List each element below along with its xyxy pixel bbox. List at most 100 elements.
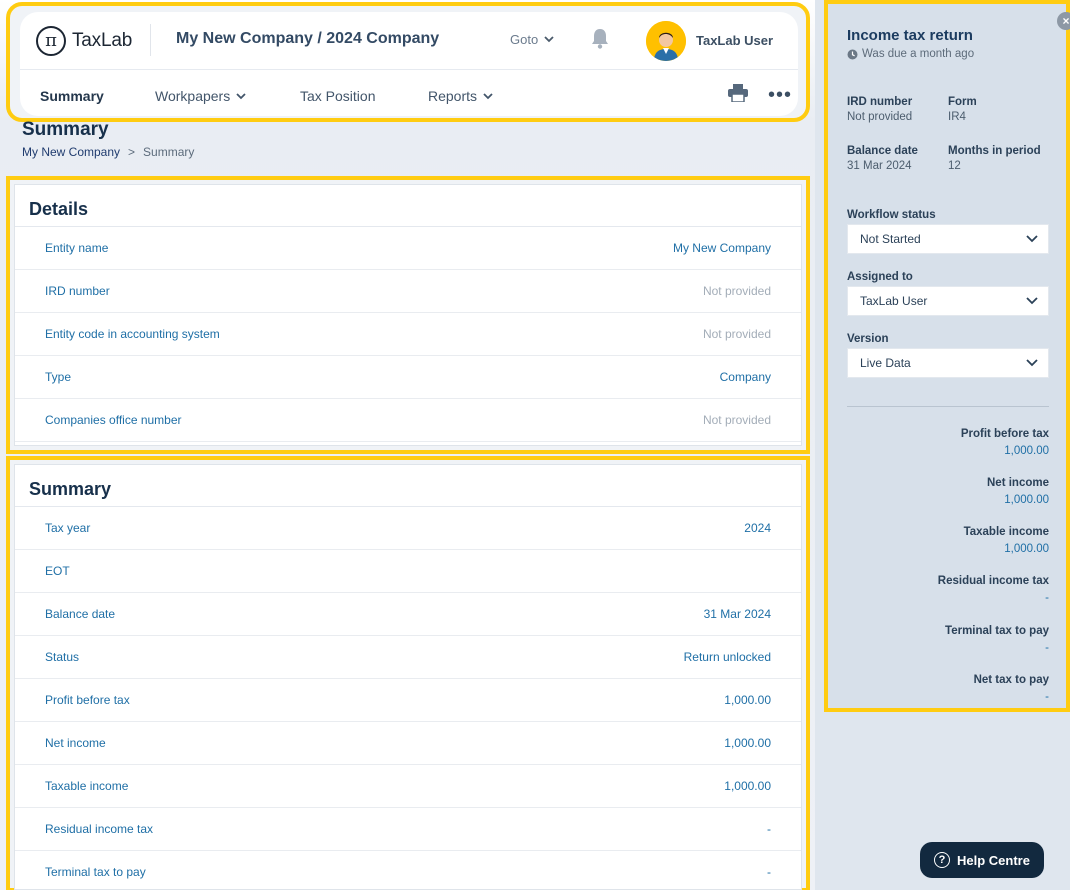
row-label: Profit before tax bbox=[45, 693, 130, 707]
table-row: Balance date 31 Mar 2024 bbox=[15, 593, 801, 636]
row-value: 31 Mar 2024 bbox=[703, 607, 771, 621]
company-path: My New Company / 2024 Company bbox=[176, 30, 440, 47]
page-title: Summary bbox=[22, 119, 109, 140]
row-value: Not provided bbox=[702, 327, 771, 341]
breadcrumb-current: Summary bbox=[143, 145, 195, 159]
tab-summary[interactable]: Summary bbox=[40, 88, 104, 104]
metric-label: Profit before tax bbox=[960, 428, 1049, 440]
row-value: Return unlocked bbox=[683, 650, 771, 664]
income-tax-return-panel: × Income tax return Was due a month ago … bbox=[824, 0, 1070, 712]
taxlab-logo[interactable]: π TaxLab bbox=[36, 26, 132, 56]
summary-section: Summary Tax year 2024 EOT Balance date 3… bbox=[6, 456, 810, 890]
row-label: Net income bbox=[45, 736, 106, 750]
user-name[interactable]: TaxLab User bbox=[696, 33, 773, 48]
avatar[interactable] bbox=[646, 21, 686, 61]
breadcrumb: My New Company > Summary bbox=[22, 145, 194, 159]
chevron-down-icon bbox=[544, 36, 554, 43]
assigned-to-label: Assigned to bbox=[847, 271, 913, 283]
metric-label: Net tax to pay bbox=[973, 674, 1049, 686]
details-card: Details Entity name My New Company IRD n… bbox=[14, 184, 802, 446]
row-value: 2024 bbox=[744, 521, 771, 535]
goto-label: Goto bbox=[510, 32, 539, 47]
tab-reports[interactable]: Reports bbox=[428, 88, 493, 104]
printer-icon[interactable] bbox=[728, 84, 748, 102]
goto-dropdown[interactable]: Goto bbox=[510, 32, 554, 47]
metric-value: - bbox=[1045, 642, 1049, 654]
metric-value: - bbox=[1045, 592, 1049, 604]
details-section: Details Entity name My New Company IRD n… bbox=[6, 176, 810, 454]
row-label: Status bbox=[45, 650, 80, 664]
header-top-row: π TaxLab My New Company / 2024 Company G… bbox=[20, 12, 798, 70]
row-value: Not provided bbox=[702, 284, 771, 298]
row-value: - bbox=[767, 865, 771, 879]
table-row: Taxable income 1,000.00 bbox=[15, 765, 801, 808]
months-in-period-field: Months in period 12 bbox=[948, 145, 1041, 172]
row-value: 1,000.00 bbox=[724, 779, 771, 793]
balance-date-value: 31 Mar 2024 bbox=[847, 160, 912, 172]
row-value: My New Company bbox=[672, 241, 771, 255]
bell-icon[interactable] bbox=[590, 28, 610, 50]
panel-title: Income tax return bbox=[847, 27, 973, 44]
more-options-button[interactable]: ••• bbox=[768, 84, 792, 107]
metric-residual-income-tax: Residual income tax - bbox=[938, 575, 1049, 604]
workflow-status-select[interactable]: Not Started bbox=[847, 224, 1049, 254]
table-row: Residual income tax - bbox=[15, 808, 801, 851]
ird-number-value: Not provided bbox=[847, 111, 913, 123]
nav-bar: Summary Workpapers Tax Position Reports … bbox=[20, 70, 798, 116]
chevron-down-icon bbox=[1026, 235, 1038, 243]
chevron-down-icon bbox=[1026, 297, 1038, 305]
workflow-status-label: Workflow status bbox=[847, 209, 936, 221]
chevron-down-icon bbox=[236, 92, 246, 99]
details-title: Details bbox=[15, 185, 801, 227]
row-label: Type bbox=[45, 370, 72, 384]
help-centre-button[interactable]: ? Help Centre bbox=[920, 842, 1044, 878]
row-label: Tax year bbox=[45, 521, 91, 535]
row-label: Terminal tax to pay bbox=[45, 865, 146, 879]
metric-value: 1,000.00 bbox=[1004, 543, 1049, 555]
row-label: Residual income tax bbox=[45, 822, 154, 836]
form-label: Form bbox=[948, 96, 977, 108]
table-row: EOT bbox=[15, 550, 801, 593]
metric-value: - bbox=[1045, 691, 1049, 703]
help-icon: ? bbox=[934, 852, 951, 868]
breadcrumb-root-link[interactable]: My New Company bbox=[22, 145, 120, 159]
ird-number-label: IRD number bbox=[847, 96, 913, 108]
metric-net-tax-to-pay: Net tax to pay - bbox=[974, 674, 1049, 703]
metric-value: 1,000.00 bbox=[1004, 494, 1049, 506]
user-avatar-icon bbox=[646, 21, 686, 61]
table-row: IRD number Not provided bbox=[15, 270, 801, 313]
row-value: Company bbox=[719, 370, 771, 384]
ird-number-field: IRD number Not provided bbox=[847, 96, 912, 123]
months-in-period-value: 12 bbox=[948, 160, 961, 172]
tab-tax-position-label: Tax Position bbox=[300, 88, 376, 104]
version-value: Live Data bbox=[860, 356, 911, 370]
version-select[interactable]: Live Data bbox=[847, 348, 1049, 378]
tab-summary-label: Summary bbox=[40, 88, 104, 104]
form-value: IR4 bbox=[948, 111, 966, 123]
assigned-to-select[interactable]: TaxLab User bbox=[847, 286, 1049, 316]
top-header: π TaxLab My New Company / 2024 Company G… bbox=[6, 2, 810, 122]
tab-workpapers-label: Workpapers bbox=[155, 88, 231, 104]
table-row: Net income 1,000.00 bbox=[15, 722, 801, 765]
row-value: - bbox=[767, 822, 771, 836]
close-icon[interactable]: × bbox=[1057, 12, 1070, 30]
tab-workpapers[interactable]: Workpapers bbox=[155, 88, 246, 104]
header-divider bbox=[150, 24, 151, 56]
panel-divider bbox=[847, 406, 1049, 407]
table-row: Companies office number Not provided bbox=[15, 399, 801, 442]
metric-net-income: Net income 1,000.00 bbox=[987, 477, 1049, 506]
logo-symbol: π bbox=[36, 26, 66, 56]
tab-tax-position[interactable]: Tax Position bbox=[300, 88, 375, 104]
panel-content: × Income tax return Was due a month ago … bbox=[847, 2, 1070, 710]
summary-card: Summary Tax year 2024 EOT Balance date 3… bbox=[14, 464, 802, 890]
form-field: Form IR4 bbox=[948, 96, 977, 123]
breadcrumb-separator: > bbox=[128, 145, 136, 159]
due-status: Was due a month ago bbox=[847, 48, 974, 60]
table-row: Status Return unlocked bbox=[15, 636, 801, 679]
chevron-down-icon bbox=[1026, 359, 1038, 367]
due-status-text: Was due a month ago bbox=[862, 48, 975, 60]
row-label: Companies office number bbox=[45, 413, 182, 427]
row-label: Balance date bbox=[45, 607, 116, 621]
assigned-to-value: TaxLab User bbox=[860, 294, 928, 308]
table-row: Type Company bbox=[15, 356, 801, 399]
